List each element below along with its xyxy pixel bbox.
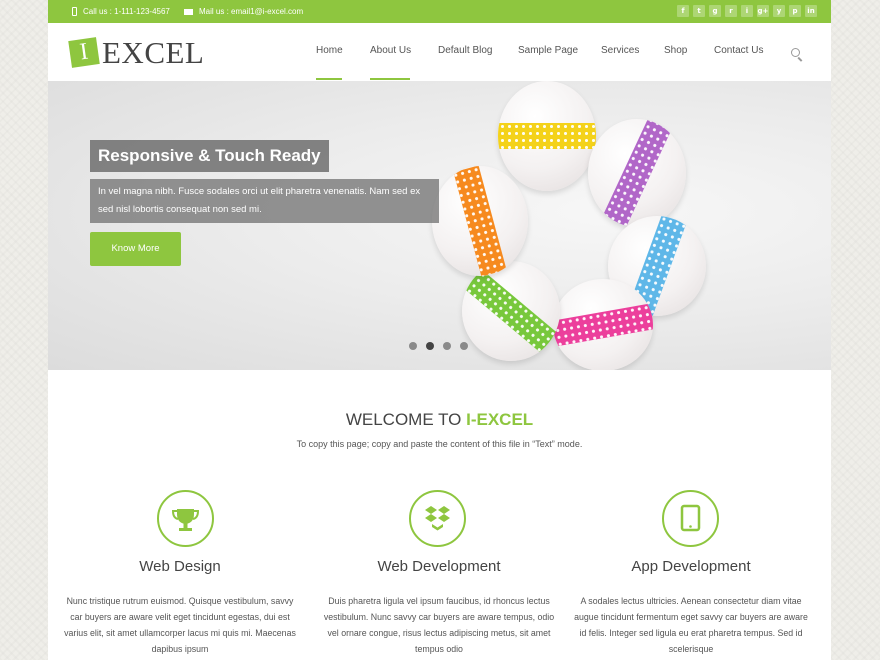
- slide-text: In vel magna nibh. Fusce sodales orci ut…: [90, 179, 439, 223]
- nav-item-default-blog[interactable]: Default Blog: [438, 45, 492, 56]
- slider-dot-3[interactable]: [443, 342, 451, 350]
- welcome-accent: I-EXCEL: [466, 410, 534, 429]
- search-icon[interactable]: [791, 48, 800, 57]
- flickr-icon[interactable]: g: [709, 5, 721, 17]
- egg-pink: [553, 279, 653, 370]
- trophy-icon: [171, 509, 200, 531]
- mail-icon: [184, 8, 193, 15]
- slider-pagination: [409, 342, 468, 350]
- service-title: Web Design: [139, 558, 221, 575]
- slide-title: Responsive & Touch Ready: [90, 140, 329, 172]
- facebook-icon[interactable]: f: [677, 5, 689, 17]
- logo-mark: I: [68, 37, 100, 68]
- service-title: Web Development: [377, 558, 501, 575]
- phone-icon: [72, 7, 77, 16]
- welcome-prefix: WELCOME TO: [345, 410, 467, 429]
- instagram-icon[interactable]: i: [741, 5, 753, 17]
- nav-item-shop[interactable]: Shop: [664, 45, 687, 56]
- page-container: Call us : 1-111-123-4567 Mail us : email…: [48, 0, 831, 660]
- twitter-icon[interactable]: t: [693, 5, 705, 17]
- nav-active-underline-home: [316, 78, 342, 80]
- pinterest-icon[interactable]: p: [789, 5, 801, 17]
- dropbox-icon: [425, 506, 450, 531]
- service-icon-circle: [157, 490, 214, 547]
- linkedin-icon[interactable]: in: [805, 5, 817, 17]
- tablet-icon: [680, 504, 701, 532]
- youtube-icon[interactable]: y: [773, 5, 785, 17]
- top-bar: Call us : 1-111-123-4567 Mail us : email…: [48, 0, 831, 23]
- service-text: A sodales lectus ultricies. Aenean conse…: [574, 596, 808, 654]
- service-icon-circle: [662, 490, 719, 547]
- service-text: Nunc tristique rutrum euismod. Quisque v…: [64, 596, 296, 654]
- google-plus-icon[interactable]: g+: [757, 5, 769, 17]
- email-contact[interactable]: Mail us : email1@i-excel.com: [184, 0, 303, 23]
- slider-dot-2[interactable]: [426, 342, 434, 350]
- hero-slider: Responsive & Touch Ready In vel magna ni…: [48, 81, 831, 370]
- phone-text: Call us : 1-111-123-4567: [83, 7, 170, 16]
- nav-item-services[interactable]: Services: [601, 45, 639, 56]
- welcome-heading: WELCOME TO I-EXCEL: [48, 410, 831, 430]
- egg-purple: [588, 119, 686, 227]
- email-text[interactable]: Mail us : email1@i-excel.com: [199, 0, 303, 23]
- site-header: I EXCEL Home About Us Default Blog Sampl…: [48, 23, 831, 81]
- social-links: f t g r i g+ y p in: [677, 5, 817, 17]
- nav-item-home[interactable]: Home: [316, 45, 343, 56]
- phone-contact: Call us : 1-111-123-4567: [72, 0, 170, 23]
- service-text: Duis pharetra ligula vel ipsum faucibus,…: [323, 596, 555, 654]
- slider-dot-1[interactable]: [409, 342, 417, 350]
- slider-dot-4[interactable]: [460, 342, 468, 350]
- egg-green: [462, 261, 560, 361]
- egg-yellow: [498, 81, 596, 191]
- welcome-subtitle: To copy this page; copy and paste the co…: [296, 439, 583, 449]
- nav-item-contact-us[interactable]: Contact Us: [714, 45, 763, 56]
- site-logo[interactable]: I EXCEL: [68, 35, 205, 70]
- nav-item-sample-page[interactable]: Sample Page: [518, 45, 578, 56]
- nav-item-about-us[interactable]: About Us: [370, 45, 411, 56]
- service-icon-circle: [409, 490, 466, 547]
- nav-active-underline-about: [370, 78, 410, 80]
- service-title: App Development: [631, 558, 751, 575]
- logo-text: EXCEL: [102, 35, 205, 70]
- know-more-button[interactable]: Know More: [90, 232, 181, 266]
- rss-icon[interactable]: r: [725, 5, 737, 17]
- egg-orange: [432, 166, 528, 276]
